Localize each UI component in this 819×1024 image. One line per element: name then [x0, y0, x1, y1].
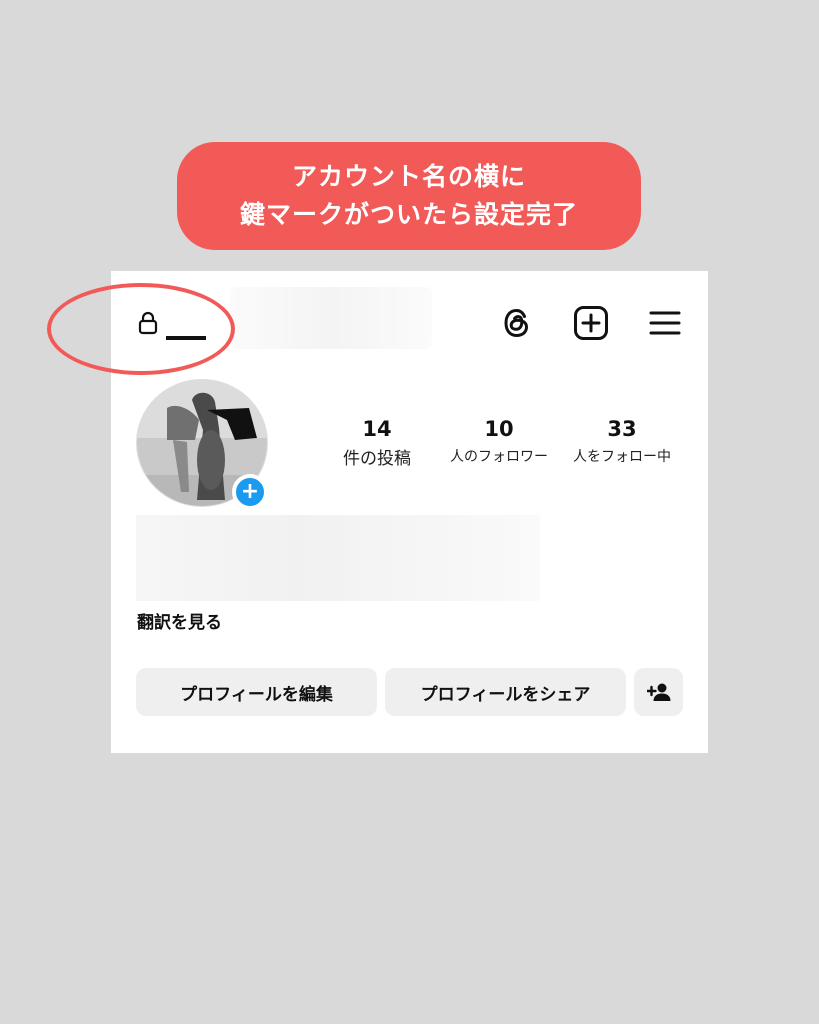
followers-label: 人のフォロワー	[450, 449, 548, 465]
discover-people-button[interactable]	[634, 668, 683, 716]
share-profile-button[interactable]: プロフィールをシェア	[385, 668, 626, 716]
posts-count: 14	[362, 417, 392, 441]
add-story-button[interactable]: +	[232, 474, 268, 510]
following-count: 33	[607, 417, 637, 441]
banner-line-1: アカウント名の横に	[291, 162, 526, 191]
following-label: 人をフォロー中	[573, 449, 671, 465]
see-translation-link[interactable]: 翻訳を見る	[137, 608, 222, 633]
new-post-icon[interactable]	[573, 305, 609, 341]
banner-line-2: 鍵マークがついたら設定完了	[239, 200, 578, 229]
followers-count: 10	[484, 417, 514, 441]
blurred-username	[230, 287, 432, 349]
posts-stat[interactable]: 14 件の投稿	[307, 414, 447, 469]
instruction-banner: アカウント名の横に 鍵マークがついたら設定完了	[177, 142, 641, 250]
add-person-icon	[646, 683, 670, 701]
followers-stat[interactable]: 10 人のフォロワー	[429, 414, 569, 470]
posts-label: 件の投稿	[343, 449, 411, 469]
edit-profile-button[interactable]: プロフィールを編集	[136, 668, 377, 716]
threads-icon[interactable]	[499, 305, 535, 341]
following-stat[interactable]: 33 人をフォロー中	[552, 414, 692, 470]
highlight-ellipse	[47, 283, 235, 375]
blurred-bio	[136, 515, 540, 601]
menu-icon[interactable]	[647, 305, 683, 341]
